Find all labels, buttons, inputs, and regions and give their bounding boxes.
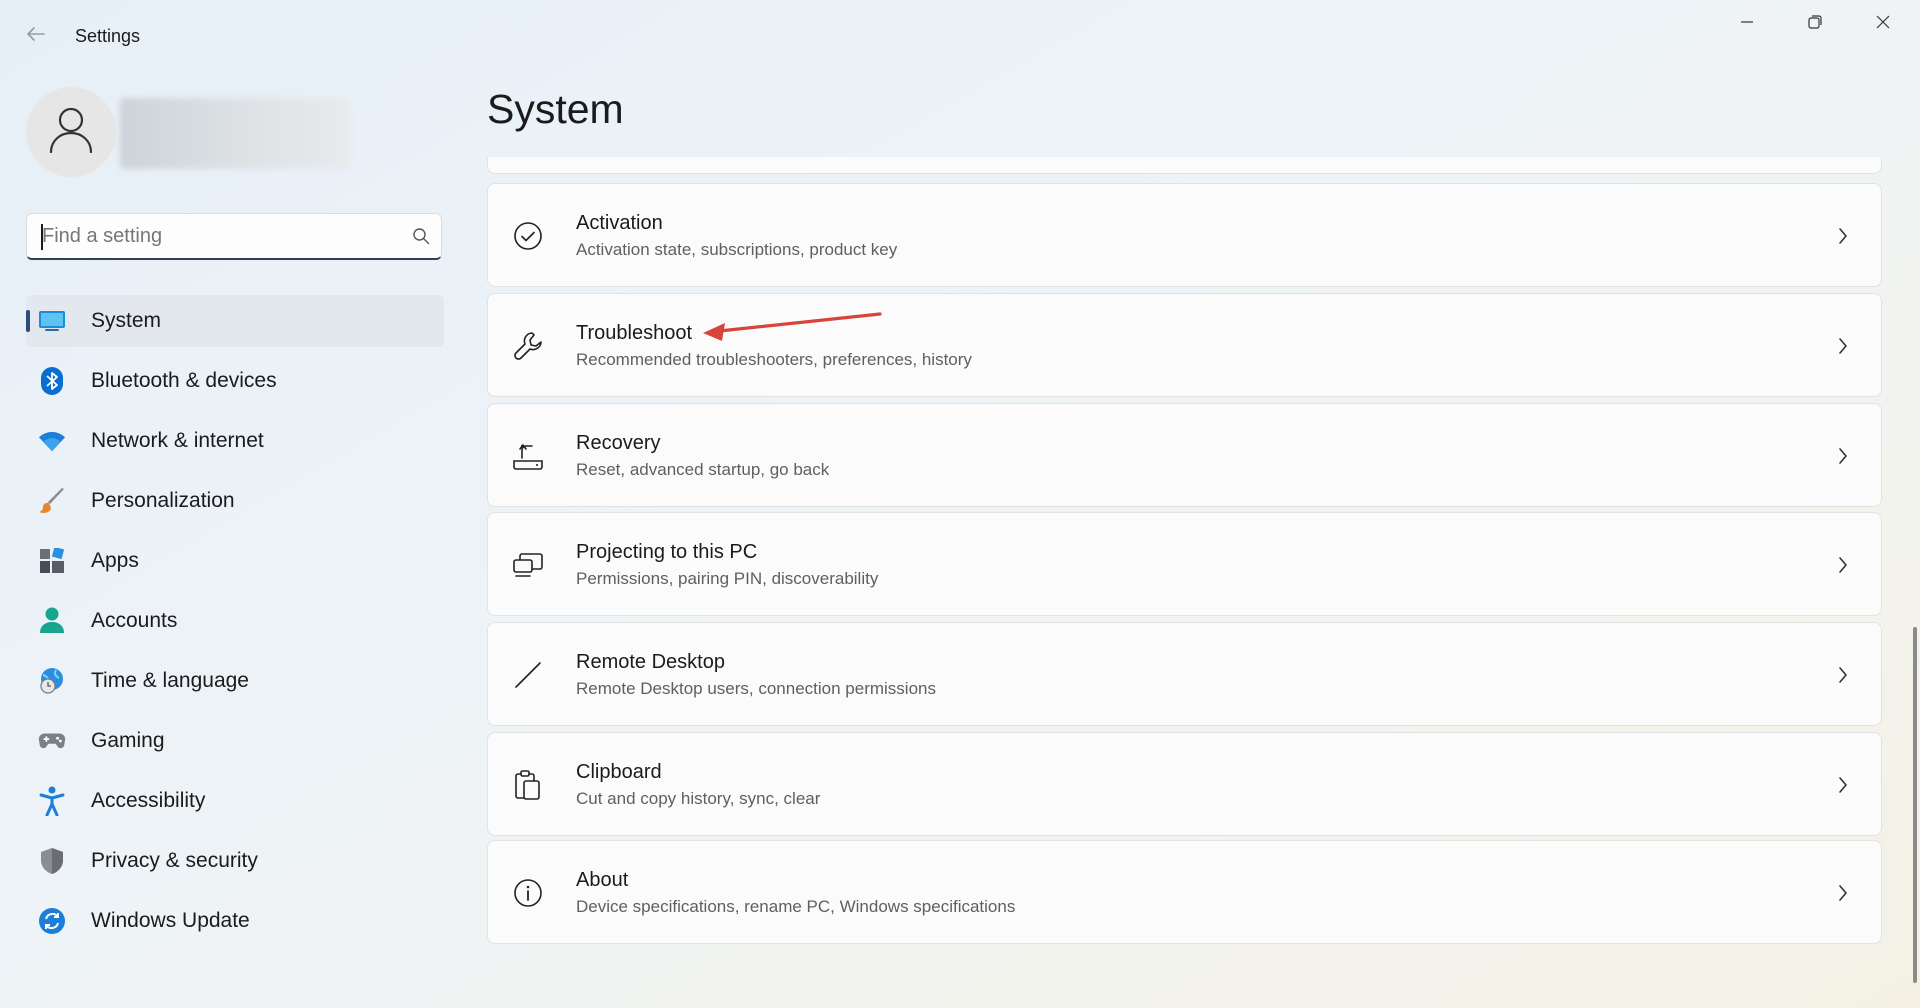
bluetooth-icon — [38, 367, 66, 395]
sidebar-item-label: Accessibility — [91, 789, 206, 812]
sidebar-item-accessibility[interactable]: Accessibility — [26, 775, 444, 827]
clipboard-icon — [512, 769, 544, 801]
previous-card-edge — [487, 157, 1882, 174]
sidebar-item-privacy[interactable]: Privacy & security — [26, 835, 444, 887]
sidebar-item-label: Bluetooth & devices — [91, 369, 277, 392]
search-box[interactable] — [26, 213, 442, 260]
title-bar: Settings — [0, 0, 1920, 72]
close-button[interactable] — [1849, 0, 1917, 48]
apps-icon — [38, 547, 66, 575]
minimize-icon — [1740, 15, 1754, 34]
card-title: Troubleshoot — [576, 322, 692, 344]
accessibility-icon — [38, 786, 66, 816]
sidebar-nav: System Bluetooth & devices Network & int… — [26, 295, 444, 955]
sidebar-item-gaming[interactable]: Gaming — [26, 715, 444, 767]
restore-button[interactable] — [1781, 0, 1849, 48]
card-subtitle: Reset, advanced startup, go back — [576, 460, 830, 479]
remote-desktop-icon — [512, 659, 544, 691]
search-input[interactable] — [27, 214, 401, 258]
card-projecting[interactable]: Projecting to this PC Permissions, pairi… — [487, 512, 1882, 616]
text-caret — [41, 224, 43, 250]
card-recovery[interactable]: Recovery Reset, advanced startup, go bac… — [487, 403, 1882, 507]
chevron-right-icon — [1833, 444, 1853, 468]
chevron-right-icon — [1833, 224, 1853, 248]
minimize-button[interactable] — [1713, 0, 1781, 48]
chevron-right-icon — [1833, 334, 1853, 358]
chevron-right-icon — [1833, 663, 1853, 687]
card-title: Remote Desktop — [576, 651, 725, 673]
info-icon — [512, 877, 544, 909]
card-title: Projecting to this PC — [576, 541, 758, 563]
card-title: Clipboard — [576, 761, 662, 783]
sidebar-item-personalization[interactable]: Personalization — [26, 475, 444, 527]
page-title: System — [487, 86, 624, 132]
scrollbar-thumb[interactable] — [1913, 627, 1917, 983]
settings-list: Activation Activation state, subscriptio… — [487, 157, 1884, 957]
account-name-redacted — [120, 98, 350, 169]
card-title: Activation — [576, 212, 663, 234]
sidebar-item-system[interactable]: System — [26, 295, 444, 347]
sidebar-item-label: Privacy & security — [91, 849, 258, 872]
gamepad-icon — [38, 727, 66, 755]
chevron-right-icon — [1833, 881, 1853, 905]
wrench-icon — [512, 330, 544, 362]
check-circle-icon — [512, 220, 544, 252]
paintbrush-icon — [38, 487, 66, 515]
card-subtitle: Device specifications, rename PC, Window… — [576, 897, 1016, 916]
sidebar-item-label: Accounts — [91, 609, 178, 632]
card-title: About — [576, 869, 629, 891]
system-display-icon — [38, 307, 66, 335]
wifi-icon — [38, 427, 66, 455]
sidebar-item-label: Gaming — [91, 729, 165, 752]
chevron-right-icon — [1833, 773, 1853, 797]
sidebar-item-bluetooth[interactable]: Bluetooth & devices — [26, 355, 444, 407]
sidebar-item-label: Personalization — [91, 489, 235, 512]
shield-icon — [38, 847, 66, 875]
sidebar-item-label: Apps — [91, 549, 139, 572]
sidebar-item-time-language[interactable]: Time & language — [26, 655, 444, 707]
projecting-icon — [512, 549, 544, 581]
chevron-right-icon — [1833, 553, 1853, 577]
sidebar-item-label: Network & internet — [91, 429, 264, 452]
sidebar-item-accounts[interactable]: Accounts — [26, 595, 444, 647]
sidebar-item-label: Windows Update — [91, 909, 250, 932]
sidebar-item-label: System — [91, 309, 162, 332]
restore-icon — [1808, 14, 1822, 34]
close-icon — [1876, 15, 1890, 34]
sidebar-item-network[interactable]: Network & internet — [26, 415, 444, 467]
card-about[interactable]: About Device specifications, rename PC, … — [487, 840, 1882, 944]
back-button[interactable] — [18, 20, 54, 52]
app-title: Settings — [75, 26, 141, 46]
sidebar-item-label: Time & language — [91, 669, 249, 692]
back-arrow-icon — [26, 26, 46, 47]
card-subtitle: Recommended troubleshooters, preferences… — [576, 350, 972, 369]
recovery-icon — [512, 440, 544, 472]
card-subtitle: Activation state, subscriptions, product… — [576, 240, 898, 259]
update-icon — [38, 907, 66, 935]
card-troubleshoot[interactable]: Troubleshoot Recommended troubleshooters… — [487, 293, 1882, 397]
accounts-icon — [38, 607, 66, 635]
card-subtitle: Permissions, pairing PIN, discoverabilit… — [576, 569, 879, 588]
card-clipboard[interactable]: Clipboard Cut and copy history, sync, cl… — [487, 732, 1882, 836]
search-icon[interactable] — [401, 227, 441, 245]
card-title: Recovery — [576, 432, 661, 454]
person-icon — [48, 106, 94, 159]
sidebar-item-apps[interactable]: Apps — [26, 535, 444, 587]
sidebar-item-windows-update[interactable]: Windows Update — [26, 895, 444, 947]
card-subtitle: Cut and copy history, sync, clear — [576, 789, 821, 808]
card-activation[interactable]: Activation Activation state, subscriptio… — [487, 183, 1882, 287]
card-subtitle: Remote Desktop users, connection permiss… — [576, 679, 936, 698]
card-remote-desktop[interactable]: Remote Desktop Remote Desktop users, con… — [487, 622, 1882, 726]
globe-clock-icon — [38, 667, 66, 695]
avatar[interactable] — [26, 87, 116, 177]
